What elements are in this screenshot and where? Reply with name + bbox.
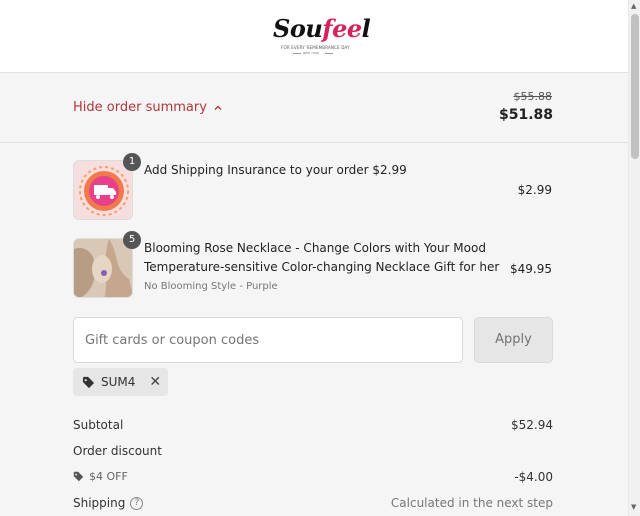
tag-icon [82, 376, 95, 388]
site-header: Soufeel FOR EVERY REMEMBRANCE DAY NEW YO… [0, 0, 628, 73]
apply-coupon-button[interactable]: Apply [474, 317, 553, 363]
shipping-truck-icon [79, 166, 129, 216]
logo-divider-right [325, 53, 333, 54]
discount-detail-row: $4 OFF -$4.00 [73, 470, 553, 486]
item-price: $49.95 [510, 262, 552, 276]
shipping-insurance-thumbnail [73, 160, 133, 220]
order-discount-row: Order discount [73, 444, 553, 460]
subtotal-value: $52.94 [511, 418, 553, 432]
coupon-code-input[interactable] [73, 317, 463, 363]
subtotal-row: Subtotal $52.94 [73, 418, 553, 434]
necklace-photo [74, 239, 132, 297]
toggle-label: Hide order summary [73, 100, 207, 115]
shipping-label: Shipping [73, 496, 126, 510]
subtotal-label: Subtotal [73, 418, 124, 432]
logo-wordmark: Soufeel [273, 14, 371, 43]
help-icon[interactable]: ? [130, 497, 144, 510]
item-quantity-badge: 1 [123, 153, 141, 171]
logo-tagline: FOR EVERY REMEMBRANCE DAY [281, 45, 350, 50]
scrollbar-thumb[interactable] [631, 14, 639, 159]
discount-value: -$4.00 [514, 470, 553, 484]
discount-tag-label: $4 OFF [89, 470, 128, 483]
scroll-down-arrow-icon[interactable]: ▼ [631, 503, 636, 511]
soufeel-logo[interactable]: Soufeel FOR EVERY REMEMBRANCE DAY NEW YO… [271, 14, 371, 58]
item-name-line-1: Blooming Rose Necklace - Change Colors w… [144, 241, 486, 255]
discount-tag: $4 OFF [73, 470, 128, 483]
order-discount-label: Order discount [73, 444, 162, 458]
item-price: $2.99 [517, 183, 552, 197]
logo-sub-tagline: NEW YORK [303, 51, 320, 55]
scroll-up-arrow-icon[interactable]: ▲ [631, 2, 636, 10]
tag-icon [73, 471, 84, 482]
logo-divider-left [293, 53, 301, 54]
item-quantity-badge: 5 [123, 231, 141, 249]
applied-coupon-code: SUM4 [101, 375, 136, 389]
original-total: $55.88 [513, 90, 553, 103]
chevron-up-icon [214, 105, 222, 110]
page-scrollbar[interactable]: ▲ ▼ [628, 0, 640, 516]
hide-order-summary-toggle[interactable]: Hide order summary [73, 100, 223, 115]
remove-coupon-close-icon[interactable]: ✕ [149, 374, 161, 390]
shipping-label-wrap: Shipping? [73, 496, 144, 510]
shipping-row: Shipping? Calculated in the next step [73, 496, 553, 512]
item-variant: No Blooming Style - Purple [144, 281, 278, 292]
order-total: $51.88 [498, 107, 553, 123]
applied-coupon-chip: SUM4 ✕ [73, 368, 168, 396]
item-name-line-2: Temperature-sensitive Color-changing Nec… [144, 260, 500, 274]
shipping-value: Calculated in the next step [390, 496, 553, 510]
necklace-thumbnail [73, 238, 133, 298]
item-name: Add Shipping Insurance to your order $2.… [144, 163, 407, 177]
